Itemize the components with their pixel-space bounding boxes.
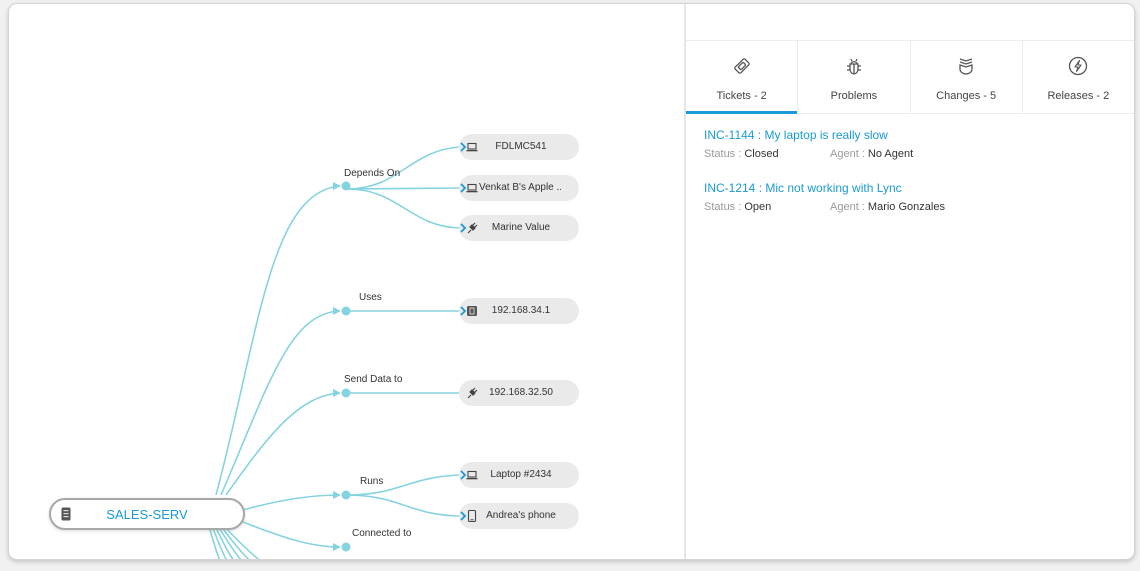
tab-label: Problems — [830, 90, 878, 102]
connector-connected — [242, 521, 340, 548]
tab-label: Releases - 2 — [1047, 90, 1110, 102]
relation-label: Connected to — [352, 528, 412, 539]
ci-node-label: FDLMC541 — [495, 141, 547, 152]
ci-node-label: Andrea's phone — [486, 510, 556, 521]
relation-dot — [341, 388, 351, 398]
connector-extra — [220, 525, 250, 559]
relationship-map[interactable]: Depends On Uses Send Data to Runs Connec… — [9, 4, 685, 559]
status-key: Status : — [704, 201, 745, 213]
plug-icon — [467, 387, 478, 399]
server-icon — [61, 507, 71, 521]
relation-label: Send Data to — [344, 374, 403, 385]
status-key: Status : — [704, 148, 745, 160]
ci-node-venkat-apple[interactable]: Venkat B's Apple ... — [459, 175, 579, 201]
tab-label: Tickets - 2 — [716, 90, 767, 102]
laptop-icon — [466, 183, 478, 193]
relationship-map-card: Depends On Uses Send Data to Runs Connec… — [8, 3, 1135, 560]
chevron-right-icon[interactable] — [459, 304, 467, 318]
relation-dot — [341, 490, 351, 500]
phone-icon — [467, 509, 477, 523]
chevron-right-icon[interactable] — [459, 468, 467, 482]
laptop-icon — [466, 470, 478, 480]
chevron-right-icon[interactable] — [459, 509, 467, 523]
ci-node-192-168-34-1[interactable]: 192.168.34.1 — [459, 298, 579, 324]
agent-key: Agent : — [830, 148, 868, 160]
ticket-list: INC-1144 : My laptop is really slow Stat… — [686, 114, 1134, 213]
ci-node-192-168-32-50[interactable]: 192.168.32.50 — [459, 380, 579, 406]
panel-header — [686, 4, 1134, 41]
ticket-icon — [733, 58, 750, 74]
ticket-title-link[interactable]: INC-1214 : Mic not working with Lync — [704, 181, 1134, 195]
relation-dot — [341, 542, 351, 552]
ticket-status: Open — [744, 201, 772, 213]
map-connectors — [208, 146, 460, 559]
plug-icon — [467, 222, 478, 234]
ci-node-label: 192.168.34.1 — [491, 305, 551, 316]
ci-node-label: Laptop #2434 — [490, 469, 552, 480]
ci-node-andreas-phone[interactable]: Andrea's phone — [459, 503, 579, 529]
connector-andrea — [346, 494, 460, 517]
relation-label: Depends On — [344, 168, 401, 179]
tab-changes[interactable]: Changes - 5 — [911, 41, 1023, 113]
relation-label: Uses — [359, 292, 382, 303]
ticket-item: INC-1144 : My laptop is really slow Stat… — [704, 128, 1134, 160]
ticket-title-link[interactable]: INC-1144 : My laptop is really slow — [704, 128, 1134, 142]
arrow-marker — [333, 389, 341, 397]
server-icon — [467, 306, 477, 316]
tab-releases[interactable]: Releases - 2 — [1023, 41, 1134, 113]
ci-node-marine-value[interactable]: Marine Value — [459, 215, 579, 241]
bug-icon — [846, 58, 861, 75]
ticket-agent: Mario Gonzales — [867, 201, 945, 213]
tab-label: Changes - 5 — [936, 90, 997, 102]
laptop-icon — [466, 142, 478, 152]
changes-icon — [959, 58, 973, 75]
arrow-marker — [333, 491, 341, 499]
ci-node-label: 192.168.32.50 — [489, 387, 553, 398]
ci-node-label: Venkat B's Apple ... — [479, 182, 561, 193]
lightning-icon — [1069, 56, 1088, 76]
relation-dot — [341, 306, 351, 316]
arrow-marker — [333, 182, 341, 190]
relation-label: Runs — [360, 476, 384, 487]
ci-node-laptop-2434[interactable]: Laptop #2434 — [459, 462, 579, 488]
ticket-agent: No Agent — [867, 148, 914, 160]
details-tabs: Tickets - 2 Problems Changes - 5 Release… — [686, 41, 1134, 114]
ci-node-fdlmc541[interactable]: FDLMC541 — [459, 134, 579, 160]
ci-node-label: Marine Value — [491, 222, 551, 233]
chevron-right-icon[interactable] — [459, 181, 467, 195]
root-ci-node[interactable]: SALES-SERV — [49, 498, 245, 530]
arrow-marker — [333, 543, 341, 551]
connector-marine — [346, 188, 460, 229]
root-ci-label: SALES-SERV — [106, 507, 188, 522]
connector-runs — [242, 494, 340, 511]
connector-venkat — [346, 187, 460, 190]
relation-dot — [341, 181, 351, 191]
chevron-right-icon[interactable] — [459, 140, 467, 154]
agent-key: Agent : — [830, 201, 868, 213]
details-panel: Tickets - 2 Problems Changes - 5 Release… — [686, 4, 1134, 559]
ticket-status: Closed — [744, 148, 779, 160]
arrow-marker — [333, 307, 341, 315]
tab-problems[interactable]: Problems — [798, 41, 911, 113]
ticket-item: INC-1214 : Mic not working with Lync Sta… — [704, 181, 1134, 213]
chevron-right-icon[interactable] — [459, 221, 467, 235]
tab-tickets[interactable]: Tickets - 2 — [686, 41, 799, 114]
connector-depends-on — [215, 185, 340, 496]
